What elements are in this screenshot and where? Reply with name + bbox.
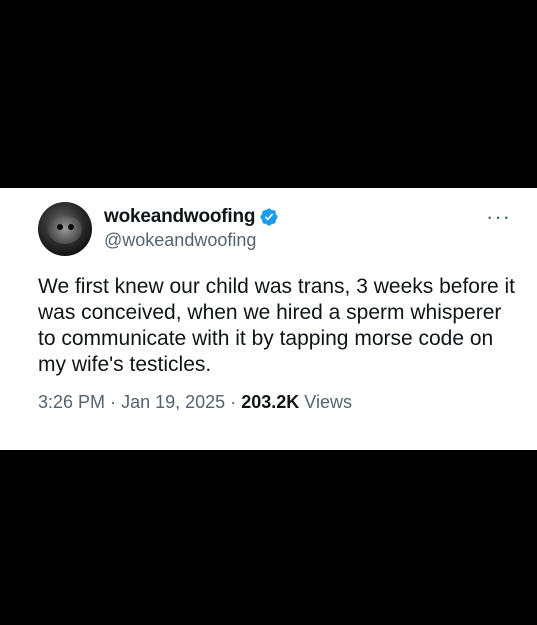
views-count[interactable]: 203.2K	[241, 392, 299, 412]
tweet-meta: 3:26 PM · Jan 19, 2025 · 203.2K Views	[38, 392, 515, 413]
tweet-card[interactable]: wokeandwoofing @wokeandwoofing ··· We fi…	[0, 188, 537, 450]
avatar-eye-left	[57, 224, 63, 230]
author-names: wokeandwoofing @wokeandwoofing	[104, 202, 279, 251]
display-name-row: wokeandwoofing	[104, 206, 279, 228]
tweet-time[interactable]: 3:26 PM	[38, 392, 105, 412]
verified-badge-icon	[260, 208, 278, 226]
tweet-date[interactable]: Jan 19, 2025	[121, 392, 225, 412]
tweet-header: wokeandwoofing @wokeandwoofing ···	[38, 202, 515, 262]
meta-separator: ·	[230, 392, 237, 412]
avatar-eye-right	[68, 224, 74, 230]
meta-separator: ·	[110, 392, 117, 412]
handle[interactable]: @wokeandwoofing	[104, 230, 279, 251]
tweet-text: We first knew our child was trans, 3 wee…	[38, 275, 515, 376]
display-name[interactable]: wokeandwoofing	[104, 206, 256, 228]
screenshot-page: wokeandwoofing @wokeandwoofing ··· We fi…	[0, 0, 537, 625]
more-options-icon[interactable]: ···	[486, 206, 511, 228]
avatar-face	[48, 216, 82, 244]
views-label: Views	[304, 392, 352, 412]
avatar[interactable]	[38, 202, 92, 256]
